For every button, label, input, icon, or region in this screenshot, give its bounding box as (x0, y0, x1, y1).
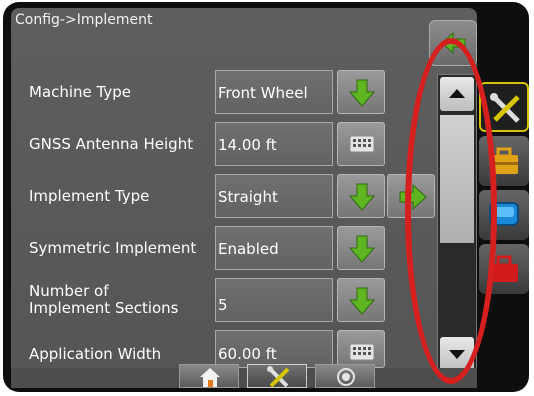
setting-value: 60.00 ft (218, 345, 277, 363)
machine-type-value[interactable]: Front Wheel (215, 70, 333, 114)
setting-row-machine-type: Machine Type Front Wheel (11, 70, 431, 116)
number-of-sections-dropdown-button[interactable] (337, 278, 385, 322)
down-arrow-icon (349, 235, 375, 263)
bottom-nav-bar (11, 368, 477, 388)
right-tab-red-toolbox[interactable] (479, 244, 529, 294)
gnss-antenna-height-keyboard-button[interactable] (337, 122, 385, 166)
down-arrow-icon (349, 183, 375, 211)
implement-type-value[interactable]: Straight (215, 174, 333, 218)
toolbox-icon (490, 147, 518, 174)
symmetric-implement-value[interactable]: Enabled (215, 226, 333, 270)
setting-value: Straight (218, 188, 278, 206)
symmetric-implement-dropdown-button[interactable] (337, 226, 385, 270)
configuration-tab[interactable] (247, 364, 307, 388)
setting-value: Front Wheel (218, 84, 308, 102)
machine-type-dropdown-button[interactable] (337, 70, 385, 114)
setting-row-symmetric-implement: Symmetric Implement Enabled (11, 226, 431, 272)
target-icon (337, 368, 355, 386)
application-width-value[interactable]: 60.00 ft (215, 330, 333, 368)
keyboard-icon (349, 135, 375, 153)
right-tab-toolbox[interactable] (479, 136, 529, 186)
keyboard-icon (349, 343, 375, 361)
wrench-screwdriver-icon (267, 366, 290, 388)
setting-label: Number of Implement Sections (29, 282, 179, 317)
home-icon (200, 368, 220, 387)
page-title: Config->Implement (15, 12, 153, 28)
home-tab[interactable] (179, 364, 239, 388)
setting-label: Machine Type (29, 83, 132, 101)
device-frame: Config->Implement Machine Type Front Whe… (3, 2, 529, 392)
target-tab[interactable] (315, 364, 375, 388)
down-arrow-icon (349, 79, 375, 107)
setting-value: Enabled (218, 240, 279, 258)
gnss-antenna-height-value[interactable]: 14.00 ft (215, 122, 333, 166)
wrench-screwdriver-icon (490, 93, 520, 123)
scrollbar[interactable] (437, 74, 477, 378)
application-width-keyboard-button[interactable] (337, 330, 385, 368)
scroll-up-button[interactable] (440, 77, 474, 111)
scroll-up-icon (449, 89, 465, 98)
implement-type-dropdown-button[interactable] (337, 174, 385, 218)
display-icon (489, 202, 519, 226)
right-tab-configuration[interactable] (479, 82, 529, 132)
back-arrow-icon (441, 31, 466, 55)
number-of-sections-value[interactable]: 5 (215, 278, 333, 322)
scrollbar-thumb[interactable] (440, 115, 474, 243)
setting-row-gnss-antenna-height: GNSS Antenna Height 14.00 ft (11, 122, 431, 168)
setting-row-number-of-implement-sections: Number of Implement Sections 5 (11, 278, 431, 324)
back-button[interactable] (429, 20, 477, 66)
scroll-down-button[interactable] (440, 337, 474, 371)
settings-screen: Config->Implement Machine Type Front Whe… (11, 8, 477, 388)
implement-type-next-button[interactable] (387, 174, 435, 218)
setting-row-implement-type: Implement Type Straight (11, 174, 435, 220)
red-toolbox-icon (490, 255, 518, 282)
setting-label: Symmetric Implement (29, 239, 197, 257)
scroll-down-icon (449, 350, 465, 359)
setting-label: Application Width (29, 345, 162, 363)
setting-label: Implement Type (29, 187, 150, 205)
right-arrow-icon (399, 184, 427, 210)
down-arrow-icon (349, 287, 375, 315)
setting-value: 5 (218, 296, 228, 314)
setting-label: GNSS Antenna Height (29, 135, 194, 153)
right-tab-display[interactable] (479, 190, 529, 240)
setting-value: 14.00 ft (218, 136, 277, 154)
